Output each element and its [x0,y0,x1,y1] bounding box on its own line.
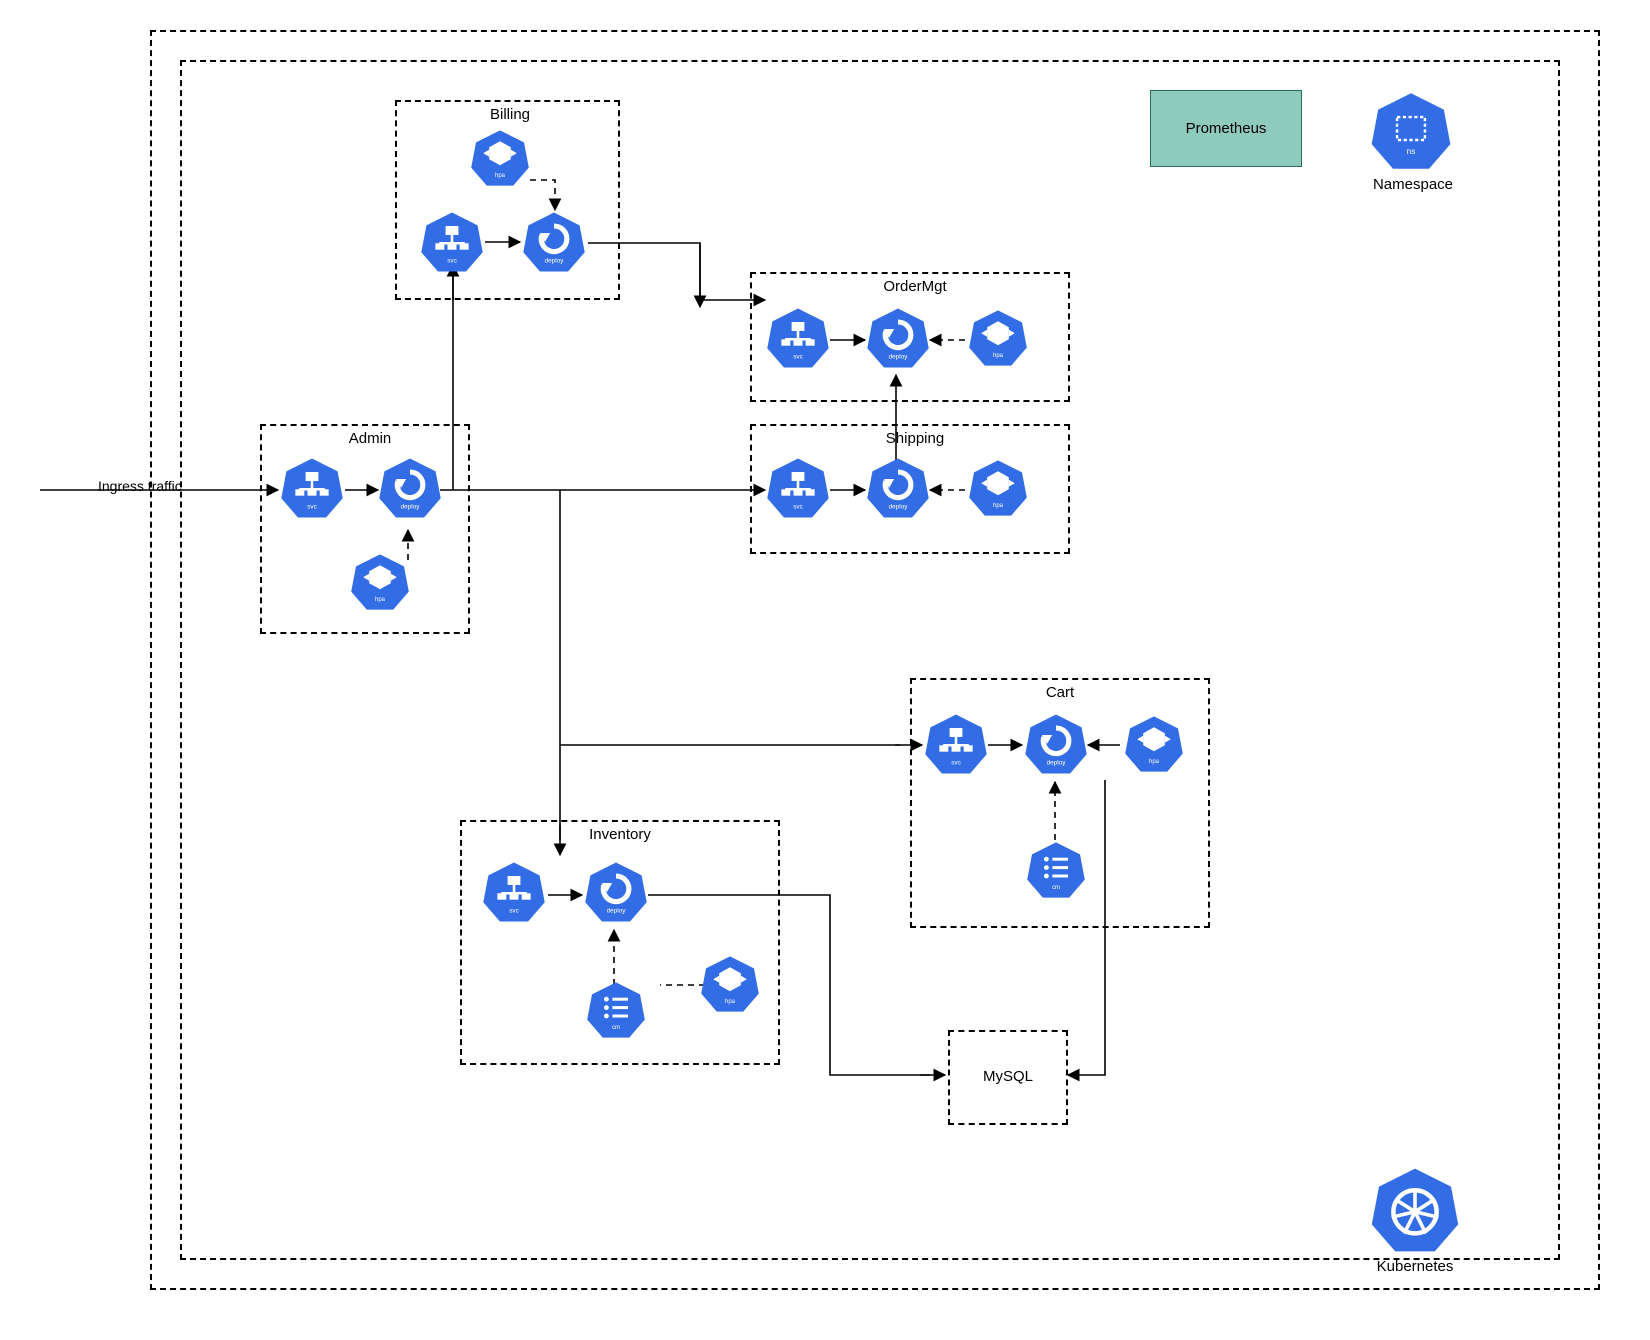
svg-text:deploy: deploy [889,353,909,360]
svg-text:svc: svc [447,257,457,264]
ordermgt-svc-icon: svc [766,306,830,370]
prometheus-box: Prometheus [1150,90,1302,167]
svg-text:deploy: deploy [607,907,627,914]
mysql-title: MySQL [948,1068,1068,1085]
admin-svc-icon: svc [280,456,344,520]
cart-cm-icon: cm [1026,840,1086,900]
inventory-deploy-icon: deploy [584,860,648,924]
shipping-deploy-icon: deploy [866,456,930,520]
admin-title: Admin [310,430,430,447]
kubernetes-label: Kubernetes [1370,1258,1460,1275]
cart-deploy-icon: deploy [1024,712,1088,776]
svg-text:svc: svc [307,503,317,510]
svg-text:hpa: hpa [495,173,506,179]
svg-text:svc: svc [793,353,803,360]
svg-text:hpa: hpa [1149,759,1160,765]
billing-svc-icon: svc [420,210,484,274]
svg-text:deploy: deploy [889,503,909,510]
shipping-hpa-icon: hpa [968,458,1028,518]
billing-hpa-icon: hpa [470,128,530,188]
cart-title: Cart [1020,684,1100,701]
admin-deploy-icon: deploy [378,456,442,520]
cart-svc-icon: svc [924,712,988,776]
ordermgt-title: OrderMgt [860,278,970,295]
svg-text:svc: svc [509,907,519,914]
svg-text:cm: cm [612,1025,620,1031]
svg-text:deploy: deploy [545,257,565,264]
shipping-svc-icon: svc [766,456,830,520]
namespace-box [180,60,1560,1260]
svg-text:deploy: deploy [1047,759,1067,766]
shipping-title: Shipping [860,430,970,447]
inventory-svc-icon: svc [482,860,546,924]
namespace-icon: ns [1370,90,1452,172]
svg-text:hpa: hpa [993,503,1004,509]
billing-title: Billing [460,106,560,123]
svg-text:ns: ns [1407,147,1416,156]
svg-text:svc: svc [793,503,803,510]
billing-deploy-icon: deploy [522,210,586,274]
ordermgt-hpa-icon: hpa [968,308,1028,368]
svg-text:hpa: hpa [725,999,736,1005]
diagram-canvas: Kubernetes ns Namespace Prometheus Ingre… [0,0,1650,1340]
admin-hpa-icon: hpa [350,552,410,612]
svg-text:cm: cm [1052,885,1060,891]
svg-text:deploy: deploy [401,503,421,510]
svg-text:svc: svc [951,759,961,766]
ordermgt-deploy-icon: deploy [866,306,930,370]
prometheus-label: Prometheus [1186,120,1267,137]
ingress-label: Ingress traffic [98,478,182,494]
inventory-hpa-icon: hpa [700,954,760,1014]
inventory-cm-icon: cm [586,980,646,1040]
svg-text:hpa: hpa [993,353,1004,359]
namespace-label: Namespace [1358,176,1468,193]
svg-text:hpa: hpa [375,597,386,603]
cart-hpa-icon: hpa [1124,714,1184,774]
inventory-title: Inventory [570,826,670,843]
